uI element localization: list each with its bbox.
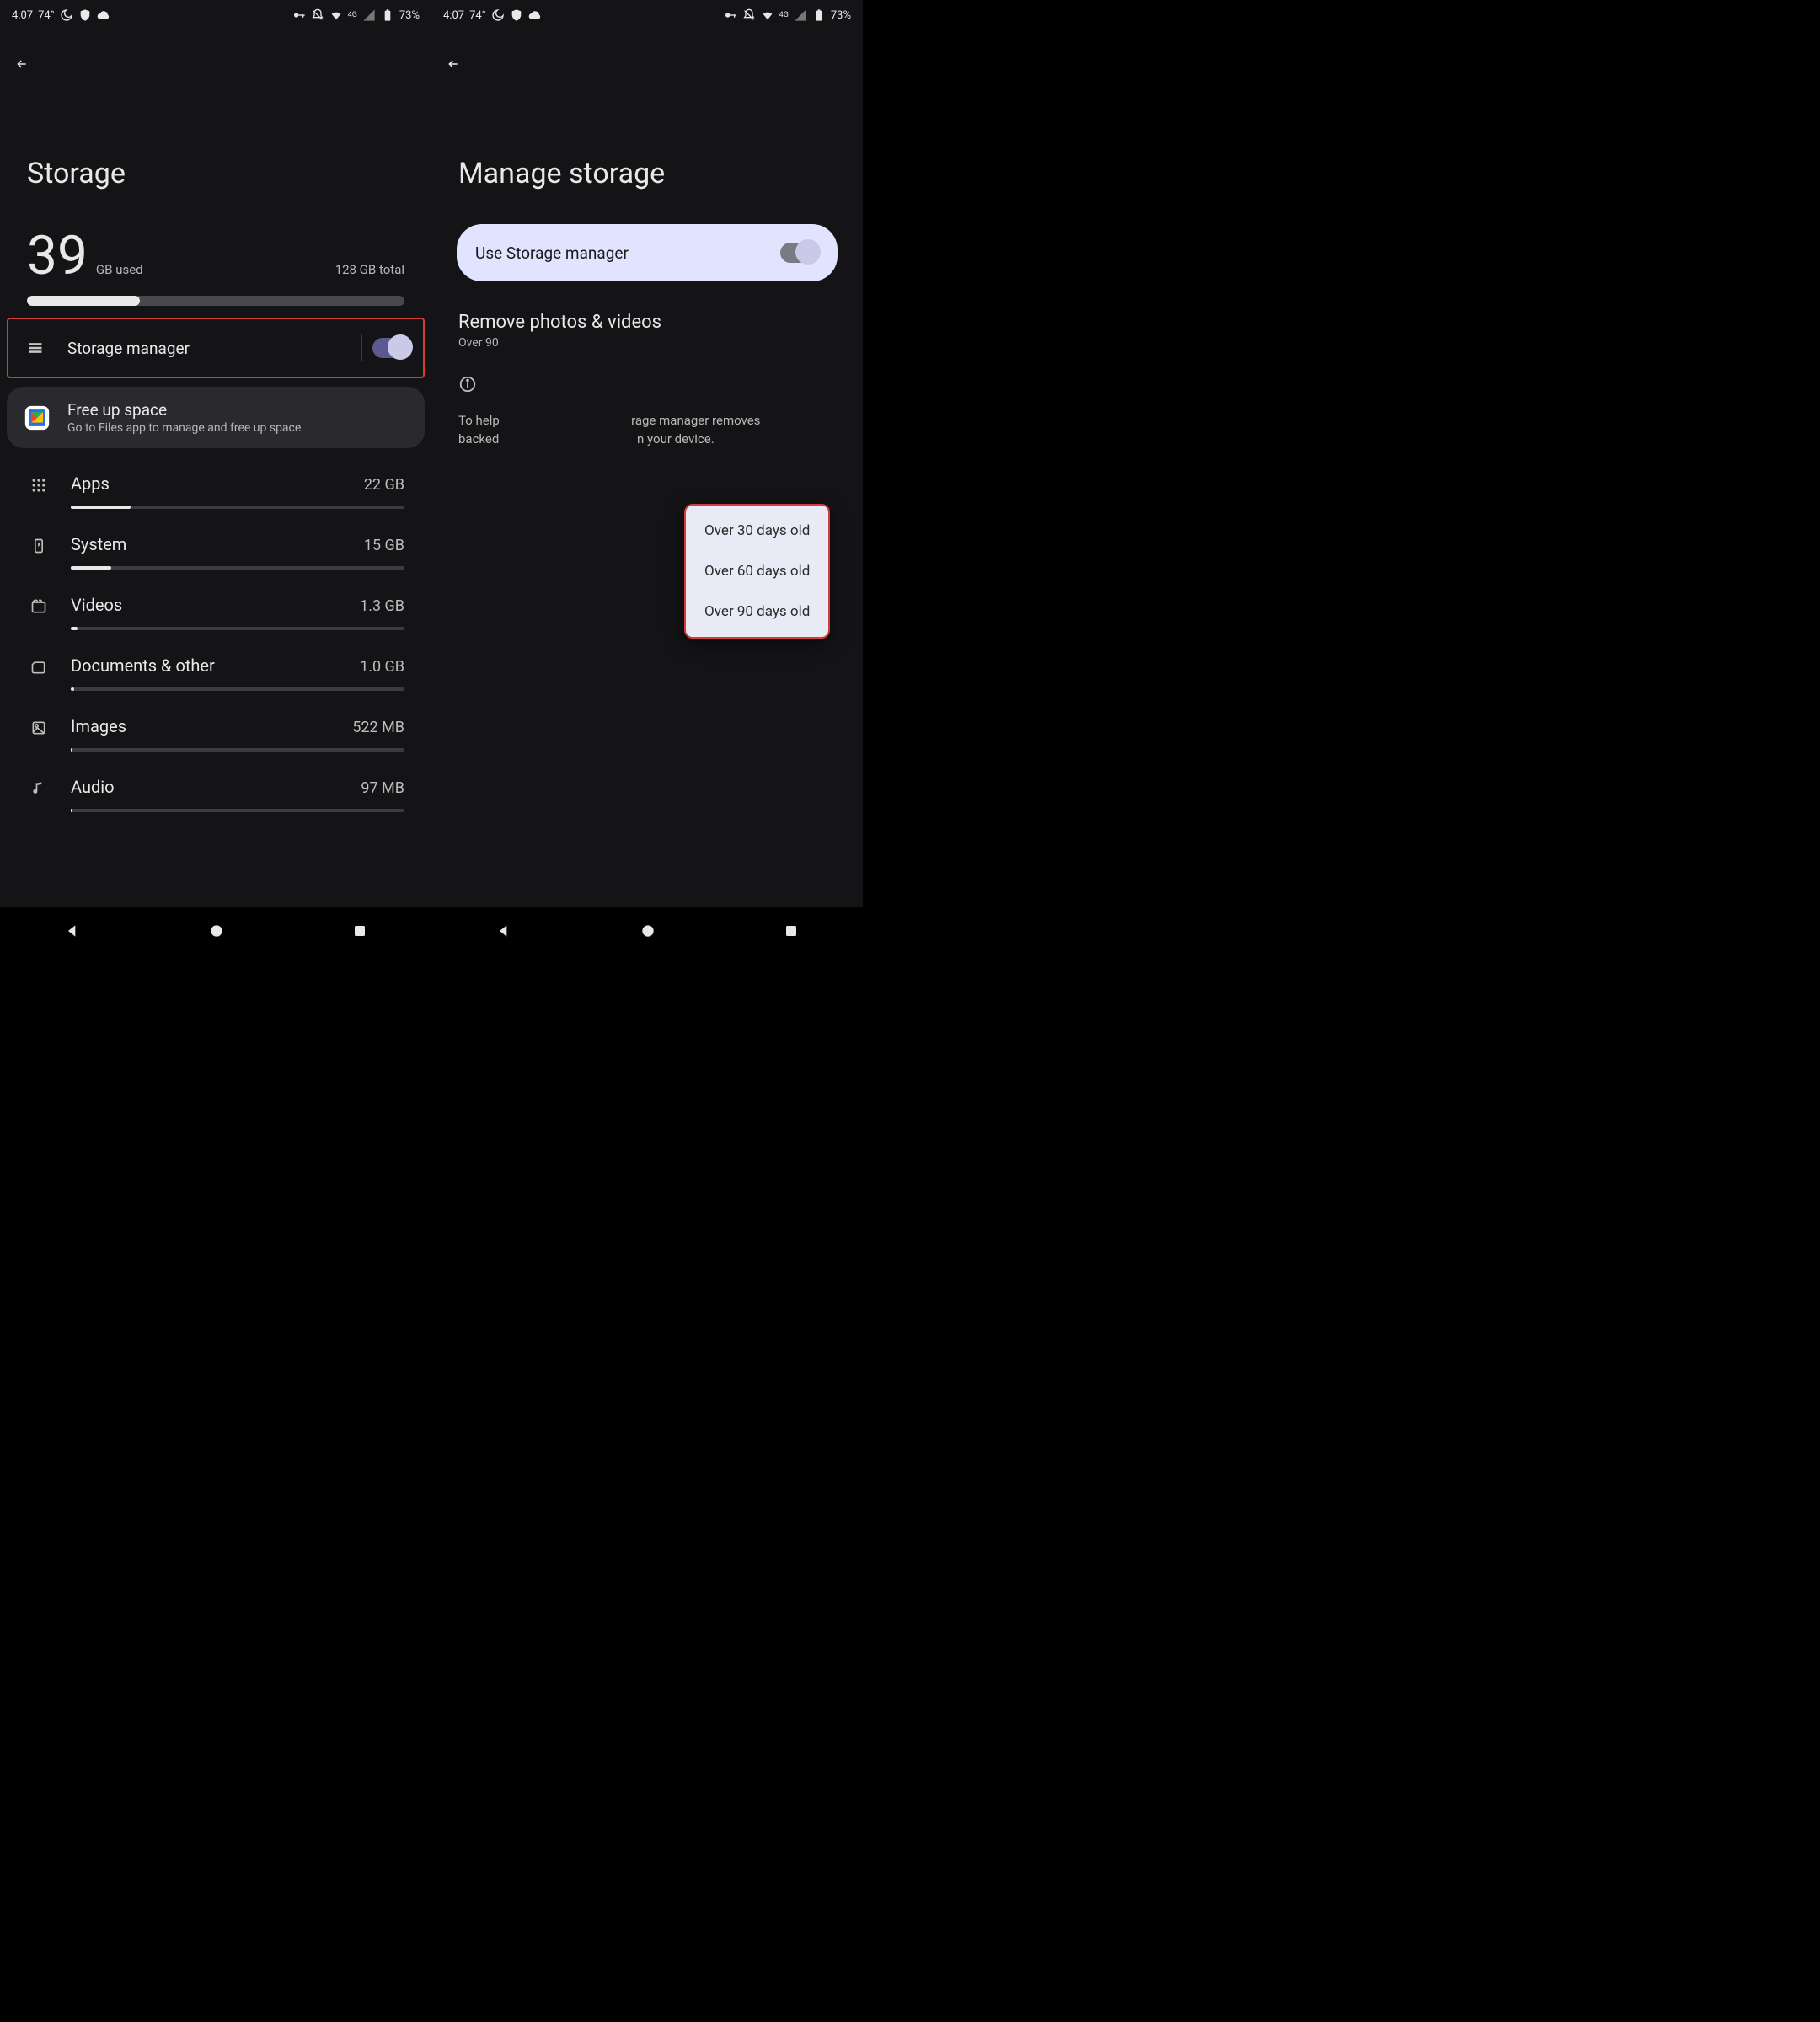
vpn-key-icon [292, 8, 306, 22]
back-arrow-icon[interactable] [443, 54, 463, 74]
category-size: 22 GB [364, 476, 404, 494]
shield-icon [510, 8, 523, 22]
image-icon [27, 716, 51, 736]
free-up-space-card[interactable]: Free up space Go to Files app to manage … [7, 387, 425, 448]
signal-icon [362, 8, 376, 22]
doc-icon [27, 655, 51, 676]
status-bar: 4:07 74° 4G 73% [431, 0, 863, 30]
page-title: Manage storage [431, 98, 863, 224]
free-up-title: Free up space [67, 400, 301, 420]
use-storage-manager-label: Use Storage manager [475, 243, 629, 263]
storage-list-icon [24, 340, 47, 356]
battery-pct: 73% [831, 9, 851, 22]
row-divider [361, 334, 362, 361]
category-bar [71, 627, 404, 630]
signal-icon [794, 8, 807, 22]
nav-back-icon[interactable] [64, 923, 81, 943]
wifi-icon [329, 8, 343, 22]
storage-bar [27, 296, 404, 306]
cloud-icon [528, 8, 542, 22]
category-size: 522 MB [352, 719, 404, 736]
category-row-doc[interactable]: Documents & other 1.0 GB [27, 647, 404, 708]
used-amount: 39 [27, 224, 88, 287]
remove-photos-sub: Over 90 [431, 333, 863, 350]
cloud-icon [97, 8, 110, 22]
category-size: 15 GB [364, 537, 404, 554]
back-arrow-icon[interactable] [12, 54, 32, 74]
category-name: Documents & other [71, 655, 215, 676]
nav-bar [0, 907, 431, 958]
shield-icon [78, 8, 92, 22]
wifi-icon [761, 8, 774, 22]
category-row-apps[interactable]: Apps 22 GB [27, 465, 404, 526]
mute-icon [742, 8, 756, 22]
nav-home-icon[interactable] [640, 923, 656, 943]
dropdown-option-90[interactable]: Over 90 days old [686, 591, 828, 632]
category-name: Apps [71, 473, 110, 494]
moon-icon [60, 8, 73, 22]
net-label: 4G [779, 12, 789, 19]
info-icon [458, 373, 482, 397]
category-size: 97 MB [361, 779, 404, 797]
used-label: GB used [96, 262, 143, 277]
status-bar: 4:07 74° 4G 73% [0, 0, 431, 30]
category-bar [71, 506, 404, 509]
battery-pct: 73% [399, 9, 420, 22]
dropdown-option-30[interactable]: Over 30 days old [686, 511, 828, 551]
status-time: 4:07 [12, 9, 33, 22]
category-name: Audio [71, 777, 115, 797]
category-bar [71, 809, 404, 812]
category-bar [71, 566, 404, 570]
status-temp: 74° [38, 9, 54, 22]
video-icon [27, 595, 51, 615]
status-time: 4:07 [443, 9, 464, 22]
use-storage-manager-row[interactable]: Use Storage manager [457, 224, 838, 281]
nav-home-icon[interactable] [208, 923, 225, 943]
category-name: Images [71, 716, 126, 736]
storage-manager-row[interactable]: Storage manager [7, 318, 425, 378]
files-app-icon [22, 403, 52, 433]
age-dropdown: Over 30 days old Over 60 days old Over 9… [684, 504, 830, 639]
category-size: 1.0 GB [360, 658, 404, 676]
category-size: 1.3 GB [360, 597, 404, 615]
info-text: To help rage manager removes backed n yo… [431, 397, 863, 449]
remove-photos-title[interactable]: Remove photos & videos [431, 281, 863, 333]
nav-bar [431, 907, 863, 958]
category-row-video[interactable]: Videos 1.3 GB [27, 586, 404, 647]
category-name: System [71, 534, 126, 554]
category-bar [71, 687, 404, 691]
use-storage-manager-toggle[interactable] [780, 243, 819, 263]
nav-recent-icon[interactable] [784, 923, 799, 942]
vpn-key-icon [724, 8, 737, 22]
free-up-sub: Go to Files app to manage and free up sp… [67, 421, 301, 435]
net-label: 4G [348, 12, 357, 19]
storage-manager-label: Storage manager [47, 339, 351, 358]
category-row-system[interactable]: System 15 GB [27, 526, 404, 586]
nav-back-icon[interactable] [495, 923, 512, 943]
battery-icon [812, 8, 826, 22]
total-label: 128 GB total [335, 262, 404, 277]
category-bar [71, 748, 404, 752]
system-icon [27, 534, 51, 554]
category-row-audio[interactable]: Audio 97 MB [27, 768, 404, 829]
page-title: Storage [0, 98, 431, 224]
audio-icon [27, 777, 51, 797]
category-name: Videos [71, 595, 122, 615]
storage-manager-toggle[interactable] [372, 338, 411, 358]
status-temp: 74° [469, 9, 485, 22]
category-row-image[interactable]: Images 522 MB [27, 708, 404, 768]
nav-recent-icon[interactable] [352, 923, 367, 942]
battery-icon [381, 8, 394, 22]
dropdown-option-60[interactable]: Over 60 days old [686, 551, 828, 591]
storage-bar-fill [27, 296, 140, 306]
mute-icon [311, 8, 324, 22]
moon-icon [491, 8, 505, 22]
apps-icon [27, 473, 51, 494]
